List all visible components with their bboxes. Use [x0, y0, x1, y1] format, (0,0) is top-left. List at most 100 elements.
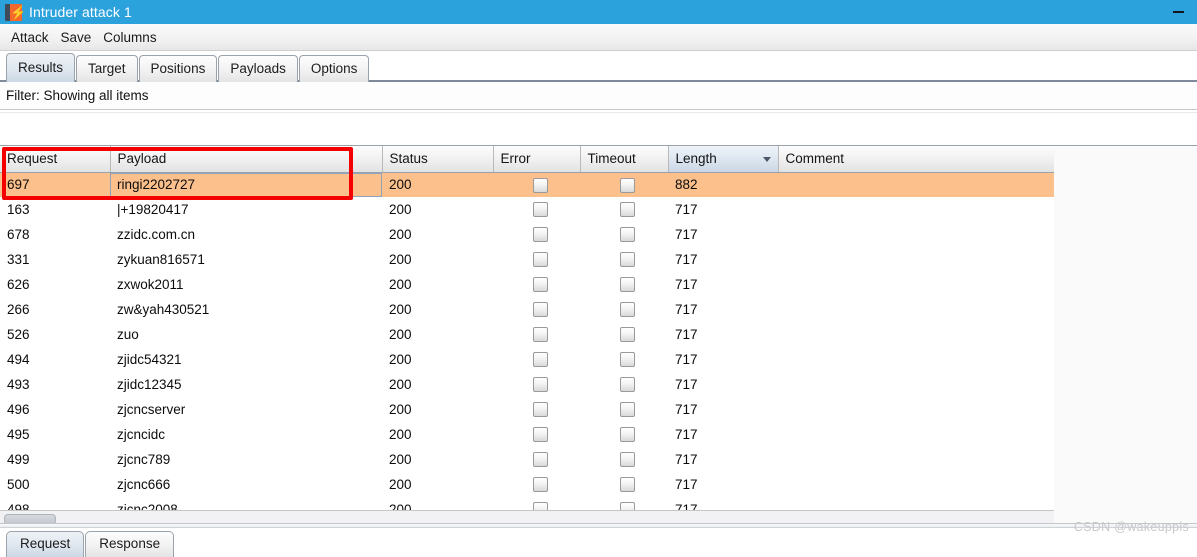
cell-comment[interactable] — [778, 472, 1054, 497]
cell-payload[interactable]: ringi2202727 — [110, 172, 382, 197]
timeout-checkbox[interactable] — [620, 202, 635, 218]
table-row[interactable]: 266 zw&yah430521 200 717 — [0, 297, 1054, 322]
cell-comment[interactable] — [778, 172, 1054, 197]
cell-timeout[interactable] — [580, 172, 668, 197]
cell-payload[interactable]: zjcncidc — [110, 422, 382, 447]
cell-length[interactable]: 717 — [668, 422, 778, 447]
cell-error[interactable] — [493, 247, 580, 272]
cell-error[interactable] — [493, 322, 580, 347]
cell-error[interactable] — [493, 372, 580, 397]
tab-options[interactable]: Options — [298, 55, 370, 82]
cell-comment[interactable] — [778, 272, 1054, 297]
cell-timeout[interactable] — [580, 347, 668, 372]
cell-request[interactable]: 495 — [0, 422, 110, 447]
table-row[interactable]: 163 |+19820417 200 717 — [0, 197, 1054, 222]
filter-bar[interactable]: Filter: Showing all items — [0, 82, 1197, 109]
column-header-request[interactable]: Request — [0, 146, 111, 173]
cell-error[interactable] — [493, 222, 580, 247]
error-checkbox[interactable] — [532, 177, 548, 193]
cell-request[interactable]: 331 — [0, 247, 110, 272]
cell-payload[interactable]: zjidc54321 — [110, 347, 382, 372]
menu-item-attack[interactable]: Attack — [5, 28, 55, 47]
error-checkbox[interactable] — [532, 352, 548, 368]
cell-length[interactable]: 882 — [668, 172, 778, 197]
timeout-checkbox[interactable] — [620, 352, 635, 368]
cell-request[interactable]: 626 — [0, 272, 110, 297]
cell-error[interactable] — [493, 347, 580, 372]
error-checkbox[interactable] — [532, 302, 548, 318]
table-row[interactable]: 499 zjcnc789 200 717 — [0, 447, 1054, 472]
table-row[interactable]: 331 zykuan816571 200 717 — [0, 247, 1054, 272]
timeout-checkbox[interactable] — [620, 252, 635, 268]
timeout-checkbox[interactable] — [620, 452, 635, 468]
cell-request[interactable]: 493 — [0, 372, 110, 397]
menu-item-columns[interactable]: Columns — [97, 28, 162, 47]
table-row[interactable]: 697 ringi2202727 200 882 — [0, 172, 1054, 197]
cell-comment[interactable] — [778, 447, 1054, 472]
cell-error[interactable] — [493, 297, 580, 322]
cell-status[interactable]: 200 — [382, 472, 493, 497]
cell-timeout[interactable] — [580, 272, 668, 297]
timeout-checkbox[interactable] — [620, 427, 635, 443]
cell-timeout[interactable] — [580, 472, 668, 497]
cell-comment[interactable] — [778, 422, 1054, 447]
cell-length[interactable]: 717 — [668, 347, 778, 372]
cell-timeout[interactable] — [580, 197, 668, 222]
cell-timeout[interactable] — [580, 322, 668, 347]
cell-timeout[interactable] — [580, 422, 668, 447]
table-row[interactable]: 495 zjcncidc 200 717 — [0, 422, 1054, 447]
cell-status[interactable]: 200 — [382, 297, 493, 322]
cell-comment[interactable] — [778, 222, 1054, 247]
menu-item-save[interactable]: Save — [55, 28, 98, 47]
tab-results[interactable]: Results — [6, 53, 76, 82]
cell-length[interactable]: 717 — [668, 397, 778, 422]
cell-request[interactable]: 678 — [0, 222, 110, 247]
pane-splitter[interactable] — [0, 523, 1197, 528]
cell-error[interactable] — [493, 447, 580, 472]
cell-error[interactable] — [493, 172, 580, 197]
cell-timeout[interactable] — [580, 222, 668, 247]
timeout-checkbox[interactable] — [620, 402, 635, 418]
cell-comment[interactable] — [778, 247, 1054, 272]
cell-length[interactable]: 717 — [668, 472, 778, 497]
cell-payload[interactable]: zjcnc666 — [110, 472, 382, 497]
cell-payload[interactable]: zxwok2011 — [110, 272, 382, 297]
timeout-checkbox[interactable] — [620, 177, 635, 193]
tab-payloads[interactable]: Payloads — [218, 55, 298, 82]
cell-status[interactable]: 200 — [382, 372, 493, 397]
minimize-button[interactable] — [1160, 0, 1197, 24]
cell-status[interactable]: 200 — [382, 322, 493, 347]
cell-error[interactable] — [493, 272, 580, 297]
cell-status[interactable]: 200 — [382, 197, 493, 222]
error-checkbox[interactable] — [532, 427, 548, 443]
cell-comment[interactable] — [778, 397, 1054, 422]
cell-length[interactable]: 717 — [668, 222, 778, 247]
cell-status[interactable]: 200 — [382, 422, 493, 447]
cell-error[interactable] — [493, 397, 580, 422]
error-checkbox[interactable] — [532, 252, 548, 268]
cell-comment[interactable] — [778, 322, 1054, 347]
cell-length[interactable]: 717 — [668, 372, 778, 397]
cell-request[interactable]: 163 — [0, 197, 110, 222]
tab-positions[interactable]: Positions — [138, 55, 218, 82]
cell-error[interactable] — [493, 422, 580, 447]
error-checkbox[interactable] — [532, 227, 548, 243]
cell-length[interactable]: 717 — [668, 297, 778, 322]
error-checkbox[interactable] — [532, 377, 548, 393]
table-row[interactable]: 500 zjcnc666 200 717 — [0, 472, 1054, 497]
cell-length[interactable]: 717 — [668, 322, 778, 347]
column-header-status[interactable]: Status — [382, 146, 494, 173]
cell-request[interactable]: 697 — [0, 172, 110, 197]
cell-request[interactable]: 496 — [0, 397, 110, 422]
column-header-error[interactable]: Error — [493, 146, 581, 173]
error-checkbox[interactable] — [532, 202, 548, 218]
cell-timeout[interactable] — [580, 372, 668, 397]
error-checkbox[interactable] — [532, 452, 548, 468]
table-row[interactable]: 526 zuo 200 717 — [0, 322, 1054, 347]
cell-comment[interactable] — [778, 347, 1054, 372]
timeout-checkbox[interactable] — [620, 302, 635, 318]
cell-payload[interactable]: zjidc12345 — [110, 372, 382, 397]
cell-status[interactable]: 200 — [382, 447, 493, 472]
cell-timeout[interactable] — [580, 247, 668, 272]
cell-comment[interactable] — [778, 197, 1054, 222]
